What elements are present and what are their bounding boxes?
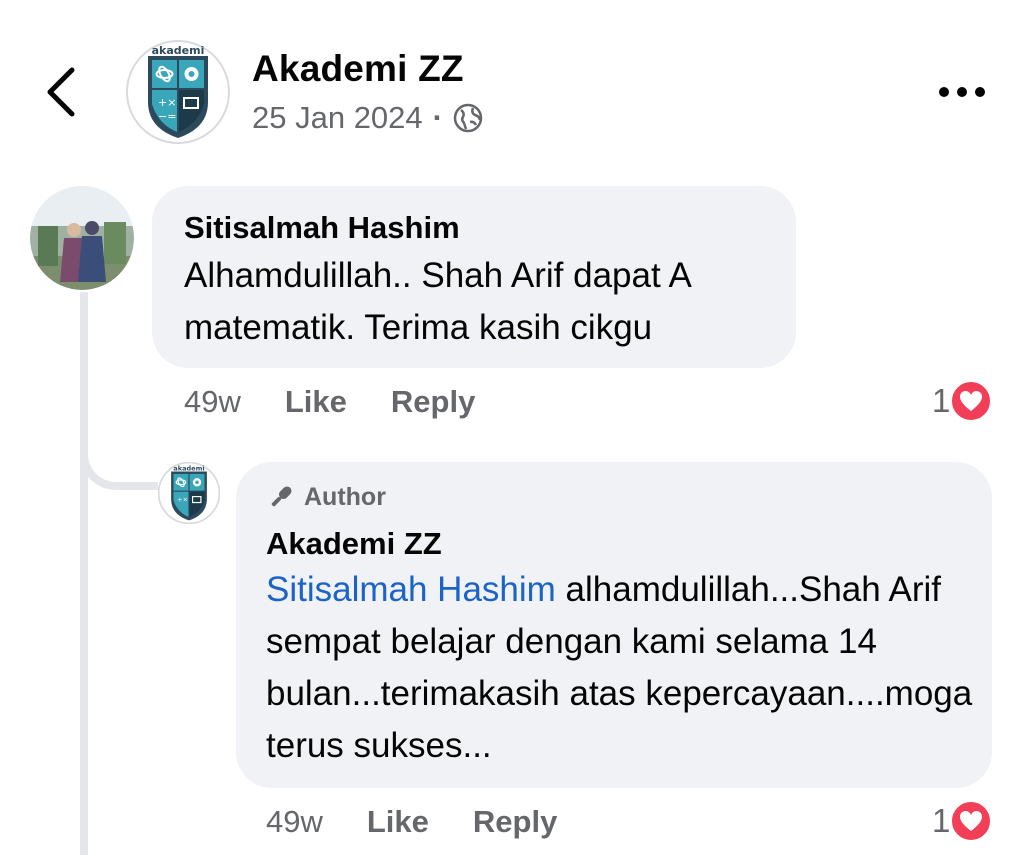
- comment-timestamp[interactable]: 49w: [184, 384, 241, 420]
- svg-text:−=: −=: [158, 110, 176, 123]
- comment-actions: 49w Like Reply: [184, 384, 519, 420]
- reply-reaction-count: 1: [932, 802, 951, 839]
- reply-timestamp[interactable]: 49w: [266, 804, 323, 840]
- page-title[interactable]: Akademi ZZ: [252, 48, 464, 90]
- reaction-summary[interactable]: 1: [932, 380, 993, 422]
- commenter-name[interactable]: Sitisalmah Hashim: [184, 210, 460, 246]
- author-badge-label: Author: [304, 482, 386, 511]
- post-date[interactable]: 25 Jan 2024: [252, 100, 423, 136]
- meta-separator: ·: [432, 100, 443, 135]
- reaction-count: 1: [932, 382, 951, 419]
- back-chevron-icon: [47, 67, 75, 117]
- svg-text:akademi: akademi: [152, 44, 205, 57]
- back-button[interactable]: [40, 62, 84, 122]
- reply-author-avatar[interactable]: +× akademi: [157, 461, 221, 525]
- like-button[interactable]: Like: [285, 384, 347, 420]
- globe-icon: [453, 103, 483, 133]
- comment-text: Alhamdulillah.. Shah Arif dapat A matema…: [184, 256, 690, 347]
- more-options-button[interactable]: [930, 72, 994, 112]
- svg-text:+×: +×: [158, 96, 176, 109]
- mention-link[interactable]: Sitisalmah Hashim: [266, 570, 556, 609]
- commenter-avatar[interactable]: [30, 186, 134, 290]
- thread-line: [80, 292, 88, 855]
- post-meta: 25 Jan 2024 ·: [252, 100, 483, 136]
- reply-reaction-summary[interactable]: 1: [932, 800, 993, 842]
- reply-actions: 49w Like Reply: [266, 804, 601, 840]
- reply-reply-button[interactable]: Reply: [473, 804, 557, 840]
- thread-branch-line: [80, 422, 158, 490]
- more-dots-icon: [939, 87, 985, 97]
- reply-author-name[interactable]: Akademi ZZ: [266, 526, 442, 562]
- love-reaction-icon: [950, 800, 993, 842]
- love-reaction-icon: [950, 380, 993, 422]
- svg-text:+×: +×: [177, 495, 188, 503]
- svg-text:akademi: akademi: [173, 464, 204, 472]
- author-badge: Author: [266, 482, 386, 512]
- reply-like-button[interactable]: Like: [367, 804, 429, 840]
- microphone-icon: [271, 486, 292, 507]
- reply-button[interactable]: Reply: [391, 384, 475, 420]
- reply-text: Sitisalmah Hashim alhamdulillah...Shah A…: [266, 564, 978, 772]
- page-logo-avatar[interactable]: +× −= akademi: [126, 40, 230, 144]
